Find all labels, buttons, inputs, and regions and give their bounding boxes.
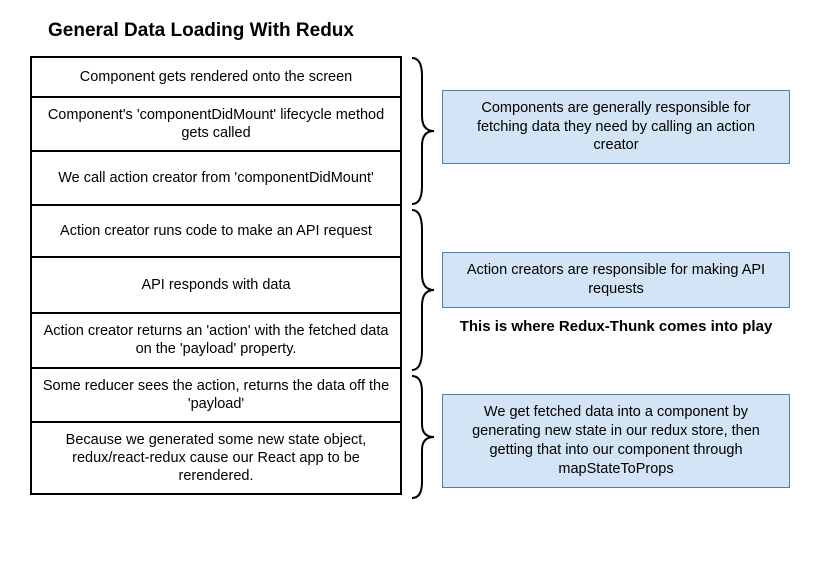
step-7: Some reducer sees the action, returns th…: [32, 369, 400, 423]
brace-1: [408, 56, 436, 206]
step-1: Component gets rendered onto the screen: [32, 58, 400, 98]
step-6: Action creator returns an 'action' with …: [32, 314, 400, 368]
note-2: Action creators are responsible for maki…: [442, 252, 790, 308]
steps-column: Component gets rendered onto the screen …: [30, 56, 402, 495]
notes-column: Components are generally responsible for…: [442, 56, 790, 495]
note-3: We get fetched data into a component by …: [442, 394, 790, 488]
note-1: Components are generally responsible for…: [442, 90, 790, 164]
brace-2: [408, 208, 436, 372]
diagram-title: General Data Loading With Redux: [48, 20, 803, 42]
step-8: Because we generated some new state obje…: [32, 423, 400, 493]
step-2: Component's 'componentDidMount' lifecycl…: [32, 98, 400, 152]
diagram-layout: Component gets rendered onto the screen …: [30, 56, 803, 495]
step-5: API responds with data: [32, 258, 400, 314]
brace-3: [408, 374, 436, 500]
brace-column: [408, 56, 436, 495]
thunk-caption: This is where Redux-Thunk comes into pla…: [442, 318, 790, 337]
step-3: We call action creator from 'componentDi…: [32, 152, 400, 206]
step-4: Action creator runs code to make an API …: [32, 206, 400, 258]
